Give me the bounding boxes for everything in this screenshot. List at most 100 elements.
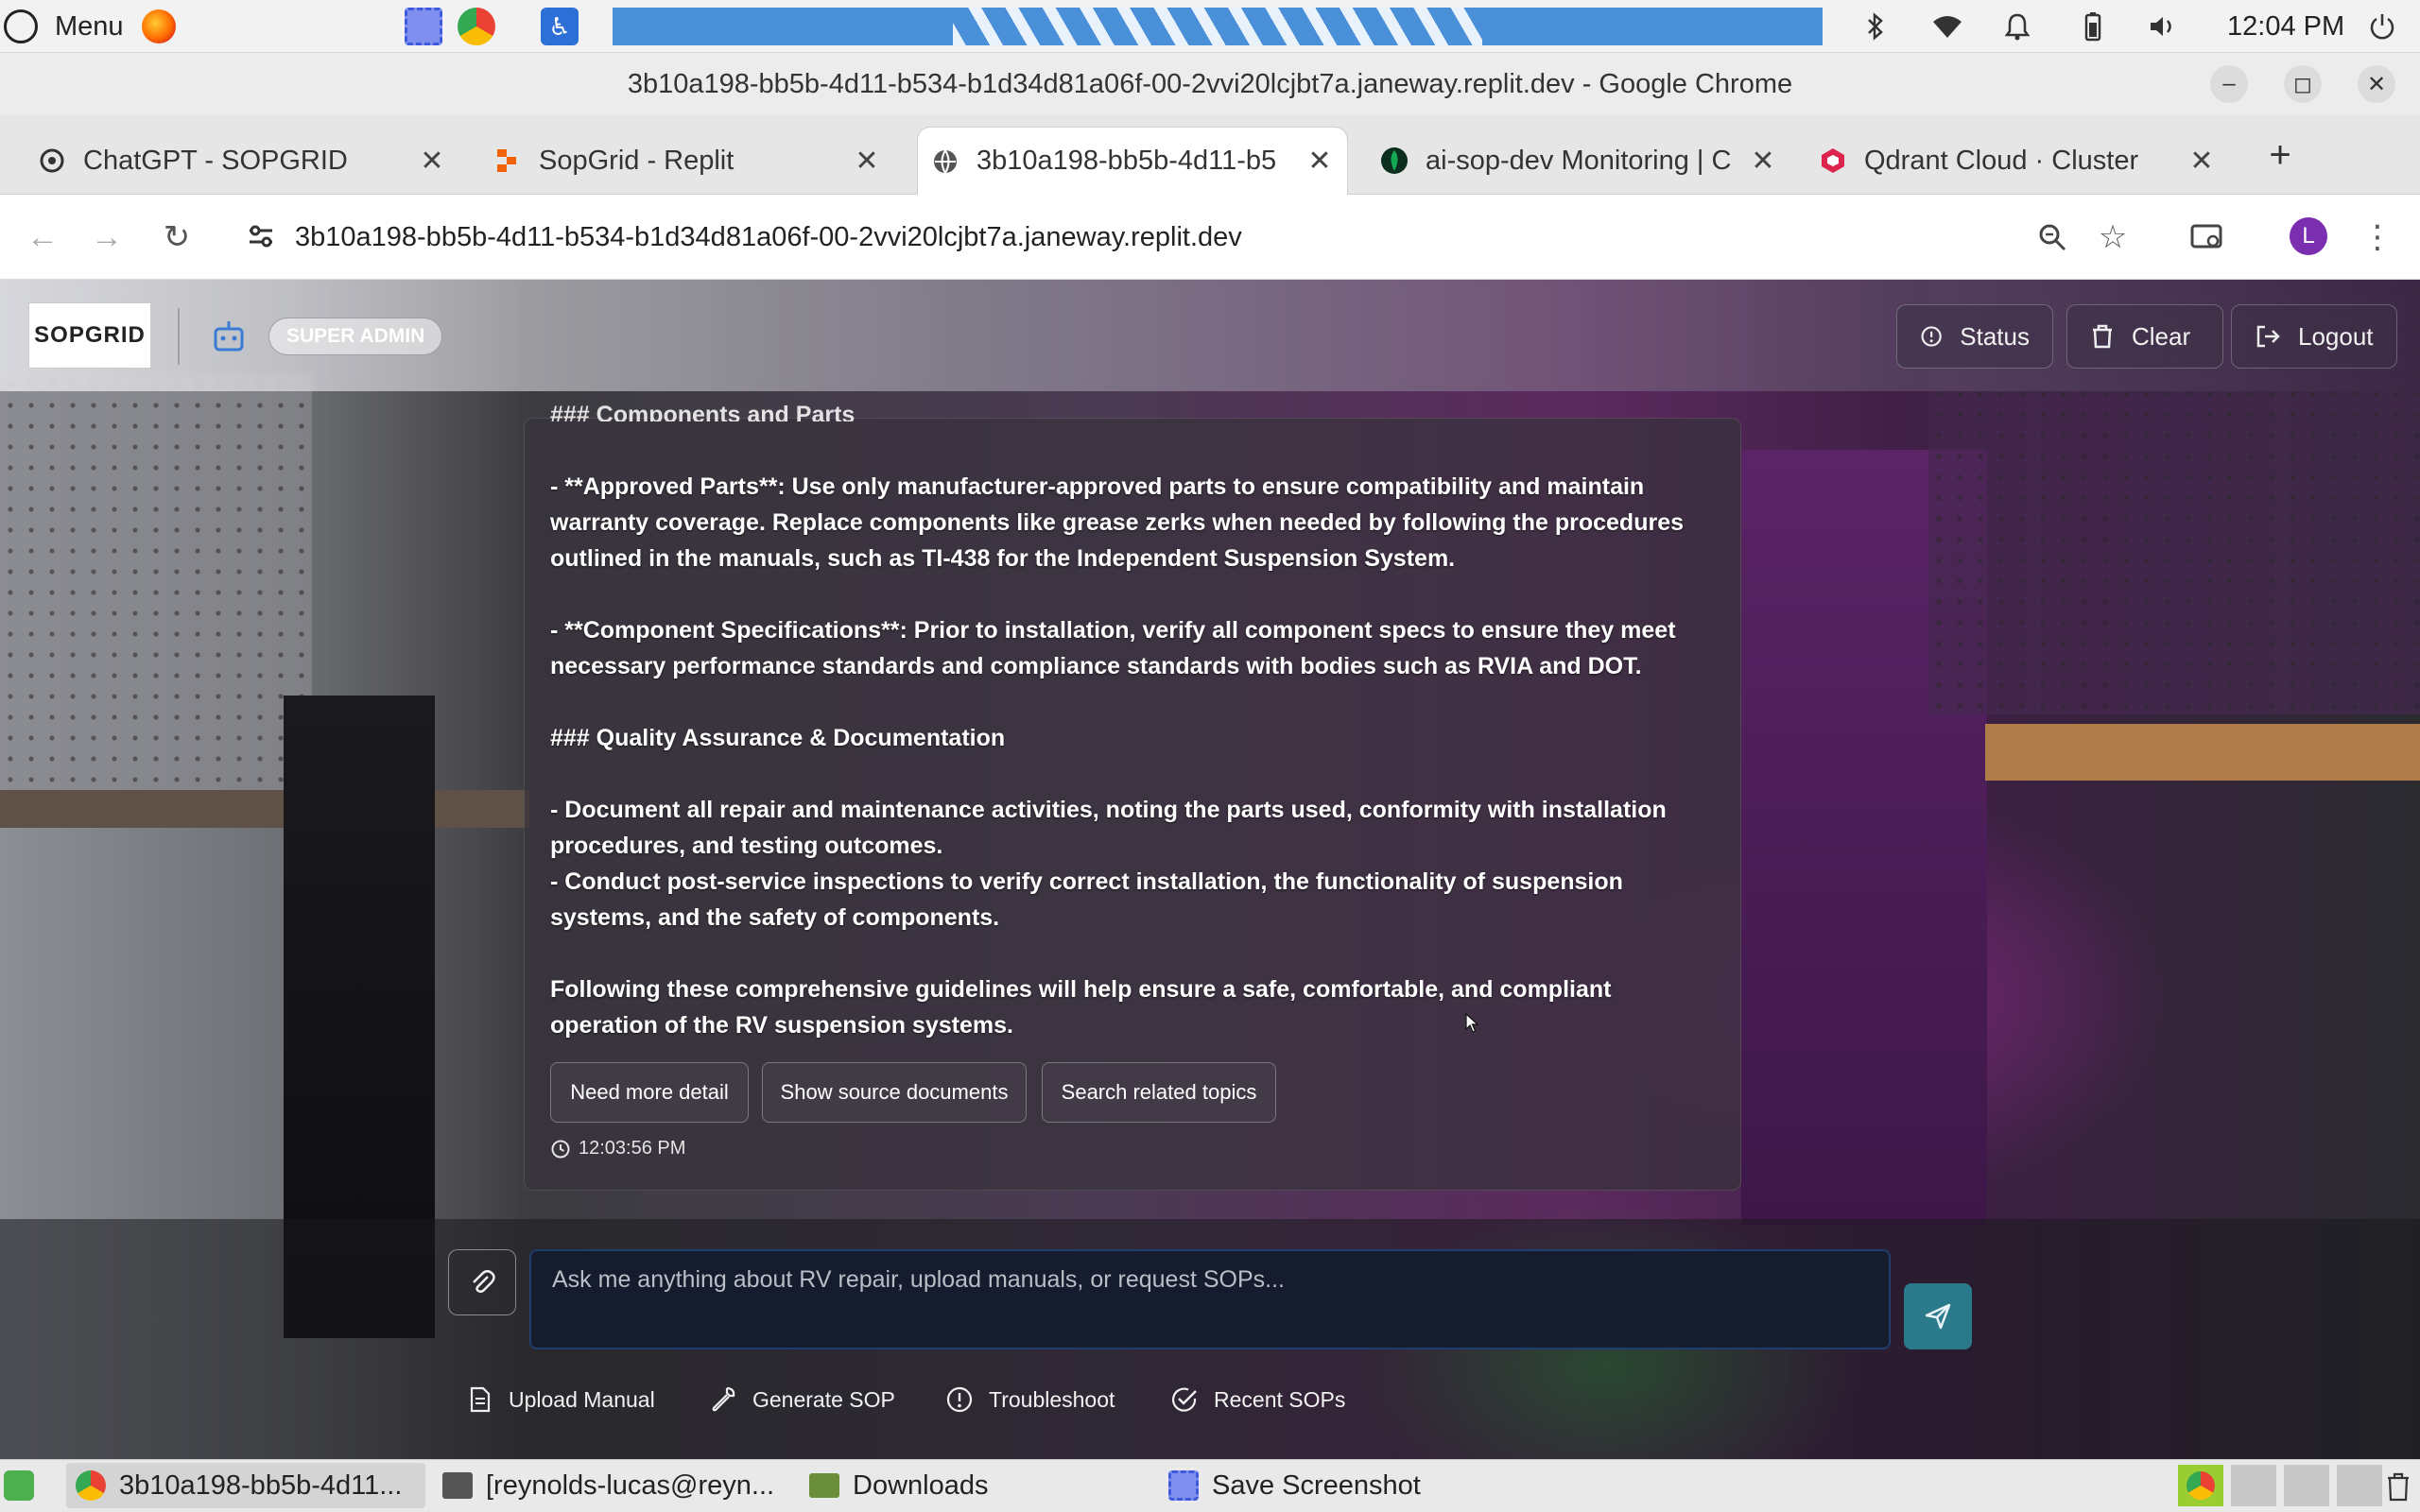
- chat-input[interactable]: [529, 1249, 1891, 1349]
- taskbar-item-label: Save Screenshot: [1212, 1469, 1421, 1501]
- wrench-icon: [712, 1386, 735, 1412]
- search-related-topics-button[interactable]: Search related topics: [1042, 1062, 1276, 1123]
- upload-manual-button[interactable]: Upload Manual: [467, 1382, 655, 1418]
- role-badge: SUPER ADMIN: [268, 318, 443, 355]
- clock[interactable]: 12:04 PM: [2227, 0, 2344, 53]
- need-more-detail-button[interactable]: Need more detail: [550, 1062, 749, 1123]
- message-closing: Following these comprehensive guidelines…: [550, 976, 1612, 1039]
- reload-button[interactable]: ↻: [153, 214, 200, 261]
- close-tab-icon[interactable]: ✕: [853, 145, 881, 178]
- workspace-4[interactable]: [2337, 1465, 2382, 1506]
- status-button[interactable]: Status: [1896, 304, 2053, 369]
- workspace-2[interactable]: [2231, 1465, 2276, 1506]
- alert-circle-icon: [946, 1386, 973, 1413]
- show-desktop-icon[interactable]: [4, 1470, 34, 1501]
- volume-icon[interactable]: [2146, 9, 2180, 43]
- message-approved-parts: - **Approved Parts**: Use only manufactu…: [550, 473, 1684, 572]
- power-icon[interactable]: [2365, 9, 2399, 43]
- menu-button[interactable]: Menu: [55, 0, 124, 53]
- tab-replit[interactable]: SopGrid - Replit ✕: [484, 127, 890, 195]
- close-tab-icon[interactable]: ✕: [2187, 145, 2216, 178]
- panel-banner-image: [613, 8, 1823, 45]
- recent-sops-button[interactable]: Recent SOPs: [1170, 1382, 1345, 1418]
- replit-icon: [497, 149, 516, 172]
- profile-avatar[interactable]: L: [2290, 217, 2327, 255]
- taskbar-item-label: [reynolds-lucas@reyn...: [486, 1469, 775, 1501]
- troubleshoot-button[interactable]: Troubleshoot: [945, 1382, 1115, 1418]
- screenshot-icon: [1168, 1470, 1199, 1501]
- sopgrid-logo[interactable]: SOPGRID: [28, 302, 151, 369]
- logout-button[interactable]: Logout: [2231, 304, 2397, 369]
- firefox-icon[interactable]: [142, 9, 176, 43]
- accessibility-icon[interactable]: ♿: [541, 8, 579, 45]
- message-body: - **Approved Parts**: Use only manufactu…: [550, 469, 1718, 1079]
- window-title: 3b10a198-bb5b-4d11-b534-b1d34d81a06f-00-…: [627, 69, 1793, 99]
- new-tab-button[interactable]: +: [2261, 127, 2299, 183]
- maximize-button[interactable]: ◻: [2284, 65, 2322, 103]
- show-source-documents-button[interactable]: Show source documents: [762, 1062, 1027, 1123]
- tab-chatgpt[interactable]: ChatGPT - SOPGRID ✕: [28, 127, 456, 195]
- taskbar-item-downloads[interactable]: Downloads: [800, 1463, 1159, 1508]
- taskbar-item-terminal[interactable]: [reynolds-lucas@reyn...: [433, 1463, 792, 1508]
- close-tab-icon[interactable]: ✕: [1749, 145, 1777, 178]
- bookmark-star-icon[interactable]: ☆: [2089, 214, 2136, 261]
- troubleshoot-label: Troubleshoot: [989, 1386, 1115, 1412]
- status-label: Status: [1960, 321, 2030, 351]
- trash-icon[interactable]: [2384, 1470, 2412, 1503]
- mongodb-leaf-icon: [1381, 147, 1408, 174]
- forward-button[interactable]: →: [83, 214, 130, 261]
- attach-file-button[interactable]: [448, 1249, 516, 1315]
- chrome-icon: [76, 1470, 106, 1501]
- mouse-cursor-icon: [1465, 1012, 1480, 1034]
- tab-label: 3b10a198-bb5b-4d11-b5: [977, 146, 1277, 176]
- upload-manual-label: Upload Manual: [509, 1386, 655, 1412]
- notification-bell-icon[interactable]: [2000, 9, 2034, 43]
- minimize-button[interactable]: –: [2210, 65, 2248, 103]
- paperclip-icon: [473, 1270, 495, 1294]
- zoom-icon[interactable]: [2029, 214, 2076, 261]
- trash-icon: [2093, 324, 2112, 349]
- alert-circle-icon: [1921, 326, 1942, 347]
- message-qa-heading: ### Quality Assurance & Documentation: [550, 725, 1006, 751]
- tab-label: SopGrid - Replit: [539, 145, 735, 176]
- wood-bench: [1985, 724, 2420, 781]
- workspace-3[interactable]: [2284, 1465, 2329, 1506]
- generate-sop-button[interactable]: Generate SOP: [709, 1382, 895, 1418]
- screenshot-tool-icon[interactable]: [405, 8, 442, 45]
- logout-icon: [2256, 325, 2280, 348]
- tab-current-app[interactable]: 3b10a198-bb5b-4d11-b5 ✕: [917, 127, 1348, 195]
- send-button[interactable]: [1904, 1283, 1972, 1349]
- close-tab-icon[interactable]: ✕: [1305, 145, 1334, 178]
- back-button[interactable]: ←: [19, 214, 66, 261]
- wifi-icon[interactable]: [1930, 9, 1964, 43]
- message-partial-heading: ### Components and Parts: [550, 402, 856, 421]
- tab-label: Qdrant Cloud · Cluster: [1864, 145, 2139, 176]
- message-qa-line-2: - Conduct post-service inspections to ve…: [550, 868, 1623, 931]
- workspace-1[interactable]: [2178, 1465, 2223, 1506]
- battery-icon[interactable]: [2076, 9, 2110, 43]
- pegboard-left: [0, 374, 312, 790]
- send-icon: [1925, 1303, 1951, 1330]
- globe-icon: [934, 148, 957, 174]
- clear-button[interactable]: Clear: [2066, 304, 2223, 369]
- tab-search-icon[interactable]: [2184, 214, 2231, 261]
- kebab-menu-icon[interactable]: ⋮: [2354, 214, 2401, 261]
- site-info-icon[interactable]: [246, 221, 276, 251]
- message-qa-line-1: - Document all repair and maintenance ac…: [550, 797, 1667, 859]
- close-tab-icon[interactable]: ✕: [418, 145, 446, 178]
- taskbar-item-save-screenshot[interactable]: Save Screenshot: [1159, 1463, 1537, 1508]
- close-window-button[interactable]: ✕: [2358, 65, 2395, 103]
- check-circle-icon: [1171, 1387, 1197, 1412]
- taskbar-item-chrome[interactable]: 3b10a198-bb5b-4d11...: [66, 1463, 425, 1508]
- address-bar[interactable]: 3b10a198-bb5b-4d11-b534-b1d34d81a06f-00-…: [295, 214, 2091, 261]
- bluetooth-icon[interactable]: [1858, 9, 1893, 43]
- menu-icon[interactable]: [4, 9, 38, 43]
- folder-icon: [809, 1473, 839, 1498]
- tab-qdrant[interactable]: Qdrant Cloud · Cluster ✕: [1809, 127, 2225, 195]
- tab-mongodb-monitoring[interactable]: ai-sop-dev Monitoring | C ✕: [1371, 127, 1787, 195]
- clear-label: Clear: [2132, 321, 2191, 351]
- chrome-icon[interactable]: [458, 8, 495, 45]
- terminal-icon: [442, 1472, 473, 1499]
- clock-icon: [551, 1140, 570, 1158]
- workbench-top: [0, 790, 529, 828]
